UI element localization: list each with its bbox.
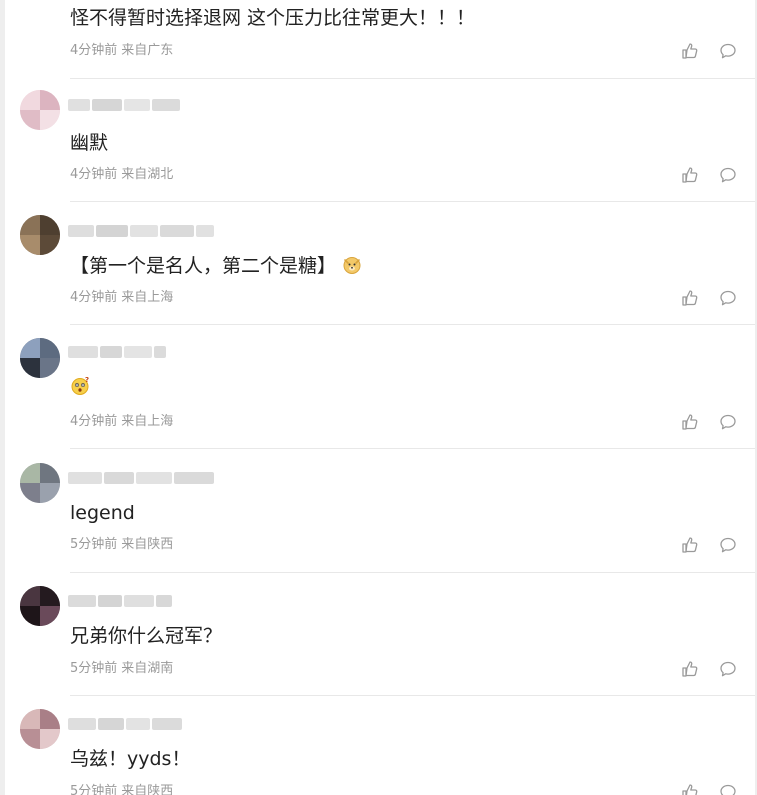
reply-button[interactable] [719,660,737,678]
like-button[interactable] [681,42,699,60]
doge-icon [342,255,362,281]
like-button[interactable] [681,166,699,184]
comment-time: 5分钟前 [70,784,118,795]
comment-location: 来自湖北 [121,167,174,182]
comment-time: 4分钟前 [70,414,118,429]
comment-location: 来自上海 [121,414,174,429]
comment-text: 乌兹！yyds！ [70,748,191,770]
comment-item: 兄弟你什么冠军？ 5分钟前 来自湖南 [0,573,757,697]
thumbs-up-icon [682,784,698,795]
svg-text:?: ? [85,376,89,384]
like-button[interactable] [681,783,699,795]
username-blurred[interactable] [68,224,214,238]
avatar[interactable] [20,338,60,378]
comment-text-body: 【第一个是名人，第二个是糖】 [70,255,337,277]
comment-bubble-icon [720,784,736,795]
comment-bubble-icon [720,167,736,183]
thumbs-up-icon [682,43,698,59]
comment-bubble-icon [720,537,736,553]
username-blurred[interactable] [68,717,182,731]
comment-meta: 5分钟前 来自湖南 [70,661,173,677]
comment-meta: 5分钟前 来自陕西 [70,784,173,795]
comment-bubble-icon [720,290,736,306]
like-button[interactable] [681,289,699,307]
reply-button[interactable] [719,166,737,184]
username-blurred[interactable] [68,471,214,485]
comment-location: 来自陕西 [121,784,174,795]
comment-item: 幽默 4分钟前 来自湖北 [0,79,757,203]
avatar[interactable] [20,709,60,749]
comment-meta: 5分钟前 来自陕西 [70,537,173,553]
comment-time: 5分钟前 [70,661,118,676]
comment-bubble-icon [720,43,736,59]
comment-time: 4分钟前 [70,167,118,182]
comment-item: 怪不得暂时选择退网 这个压力比往常更大！！！ 4分钟前 来自广东 [0,0,757,79]
comment-text: 幽默 [70,132,109,154]
reply-button[interactable] [719,536,737,554]
comment-time: 4分钟前 [70,43,118,58]
avatar[interactable] [20,586,60,626]
avatar[interactable] [20,90,60,130]
comment-text: 【第一个是名人，第二个是糖】 [70,254,362,281]
comment-text: 怪不得暂时选择退网 这个压力比往常更大！！！ [70,7,476,29]
comment-item: legend 5分钟前 来自陕西 [0,449,757,573]
comment-bubble-icon [720,414,736,430]
comment-location: 来自陕西 [121,537,174,552]
reply-button[interactable] [719,42,737,60]
thumbs-up-icon [682,537,698,553]
reply-button[interactable] [719,289,737,307]
comment-meta: 4分钟前 来自湖北 [70,167,173,183]
thumbs-up-icon [682,661,698,677]
comment-text: legend [70,502,135,524]
comment-text: 兄弟你什么冠军？ [70,625,223,647]
comment-location: 来自广东 [121,43,174,58]
like-button[interactable] [681,413,699,431]
username-blurred[interactable] [68,345,166,359]
username-blurred[interactable] [68,98,180,112]
comment-time: 5分钟前 [70,537,118,552]
thumbs-up-icon [682,414,698,430]
comment-item: 【第一个是名人，第二个是糖】 4分钟前 来自上海 [0,202,757,326]
comment-location: 来自湖南 [121,661,174,676]
reply-button[interactable] [719,783,737,795]
comment-item: ? 4分钟前 来自上海 [0,325,757,449]
comment-bubble-icon [720,661,736,677]
reply-button[interactable] [719,413,737,431]
thumbs-up-icon [682,167,698,183]
confused-face-icon: ? [70,376,90,402]
thumbs-up-icon [682,290,698,306]
comment-item: 乌兹！yyds！ 5分钟前 来自陕西 [0,696,757,795]
comment-meta: 4分钟前 来自广东 [70,43,173,59]
comment-time: 4分钟前 [70,290,118,305]
comment-location: 来自上海 [121,290,174,305]
like-button[interactable] [681,536,699,554]
comment-meta: 4分钟前 来自上海 [70,414,173,430]
username-blurred[interactable] [68,594,172,608]
avatar[interactable] [20,215,60,255]
comment-meta: 4分钟前 来自上海 [70,290,173,306]
avatar[interactable] [20,463,60,503]
like-button[interactable] [681,660,699,678]
comment-text: ? [70,375,90,402]
